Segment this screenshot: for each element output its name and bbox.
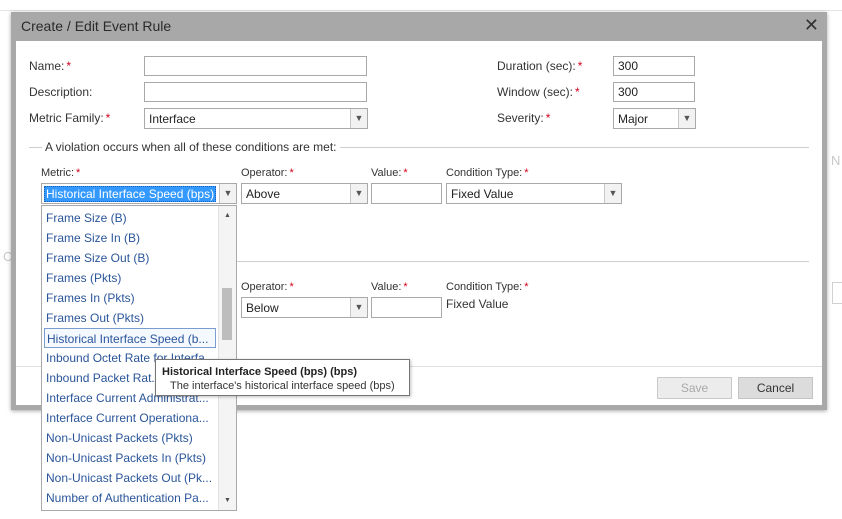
scrollbar-thumb[interactable] — [222, 288, 232, 340]
condition-type-select[interactable]: Fixed Value ▼ — [446, 183, 622, 204]
background-divider — [0, 10, 842, 11]
chevron-down-icon: ▼ — [219, 184, 236, 203]
duration-label: Duration (sec): * — [497, 59, 583, 73]
dropdown-option[interactable]: Non-Unicast Packets (Pkts) — [46, 428, 216, 448]
dropdown-option[interactable]: Non-Unicast Packets Out (Pk... — [46, 468, 216, 488]
scroll-down-icon[interactable]: ▼ — [219, 493, 236, 508]
value-input[interactable] — [371, 183, 442, 204]
severity-select[interactable]: Major ▼ — [613, 108, 696, 129]
dropdown-option[interactable]: Frames In (Pkts) — [46, 288, 216, 308]
metric-select[interactable]: Historical Interface Speed (bps) ▼ — [41, 183, 237, 204]
dialog-title: Create / Edit Event Rule — [21, 18, 172, 34]
condition-separator — [237, 261, 809, 262]
dropdown-option[interactable]: Interface Current Operationa... — [46, 408, 216, 428]
dropdown-scrollbar[interactable]: ▲ ▼ — [218, 206, 236, 510]
chevron-down-icon: ▼ — [350, 184, 367, 203]
window-label: Window (sec): * — [497, 85, 580, 99]
dropdown-option[interactable]: Historical Interface Speed (b... — [44, 328, 216, 348]
dropdown-option[interactable]: Frame Size Out (B) — [46, 248, 216, 268]
operator-value-2: Below — [246, 301, 279, 315]
value-label-2: Value: * — [371, 281, 408, 293]
tooltip-title: Historical Interface Speed (bps) (bps) — [162, 366, 357, 378]
cancel-button[interactable]: Cancel — [738, 377, 813, 399]
dropdown-option[interactable]: Non-Unicast Packets In (Pkts) — [46, 448, 216, 468]
condition-type-label: Condition Type: * — [446, 167, 529, 179]
metric-dropdown-list[interactable]: Frame Size (B) Frame Size In (B) Frame Siz… — [41, 205, 237, 511]
dialog-header: Create / Edit Event Rule ✕ — [11, 12, 827, 41]
dropdown-option[interactable]: Frames Out (Pkts) — [46, 308, 216, 328]
dropdown-option[interactable]: Frame Size (B) — [46, 208, 216, 228]
chevron-down-icon: ▼ — [350, 298, 367, 317]
conditions-legend: A violation occurs when all of these con… — [42, 140, 340, 154]
metric-label: Metric: * — [41, 167, 81, 179]
operator-label: Operator: * — [241, 167, 294, 179]
value-label: Value: * — [371, 167, 408, 179]
condition-type-value-2: Fixed Value — [446, 297, 509, 311]
save-button[interactable]: Save — [657, 377, 732, 399]
operator-select-2[interactable]: Below ▼ — [241, 297, 368, 318]
operator-label-2: Operator: * — [241, 281, 294, 293]
condition-type-value: Fixed Value — [451, 187, 514, 201]
window-input[interactable] — [613, 82, 695, 102]
description-label: Description: — [29, 85, 93, 99]
name-input[interactable] — [144, 56, 367, 76]
tooltip-description: The interface's historical interface spe… — [170, 380, 395, 392]
metric-family-value: Interface — [149, 112, 196, 126]
name-label: Name: * — [29, 59, 72, 73]
chevron-down-icon: ▼ — [604, 184, 621, 203]
metric-family-label: Metric Family: * — [29, 111, 111, 125]
metric-value: Historical Interface Speed (bps) — [44, 186, 217, 202]
metric-tooltip: Historical Interface Speed (bps) (bps) T… — [155, 359, 410, 396]
duration-input[interactable] — [613, 56, 695, 76]
operator-select[interactable]: Above ▼ — [241, 183, 368, 204]
description-input[interactable] — [144, 82, 367, 102]
scroll-up-icon[interactable]: ▲ — [219, 208, 236, 223]
condition-type-label-2: Condition Type: * — [446, 281, 529, 293]
dropdown-option[interactable]: Frames (Pkts) — [46, 268, 216, 288]
severity-value: Major — [618, 112, 649, 126]
value-input-2[interactable] — [371, 297, 442, 318]
dropdown-option[interactable]: Frame Size In (B) — [46, 228, 216, 248]
operator-value: Above — [246, 187, 281, 201]
close-icon[interactable]: ✕ — [804, 15, 819, 36]
severity-label: Severity: * — [497, 111, 551, 125]
dropdown-option[interactable]: Number of Authentication Pa... — [46, 488, 216, 508]
background-input-fragment — [832, 282, 842, 304]
chevron-down-icon: ▼ — [350, 109, 367, 128]
chevron-down-icon: ▼ — [678, 109, 695, 128]
metric-family-select[interactable]: Interface ▼ — [144, 108, 368, 129]
background-text-fragment: N — [831, 153, 841, 168]
